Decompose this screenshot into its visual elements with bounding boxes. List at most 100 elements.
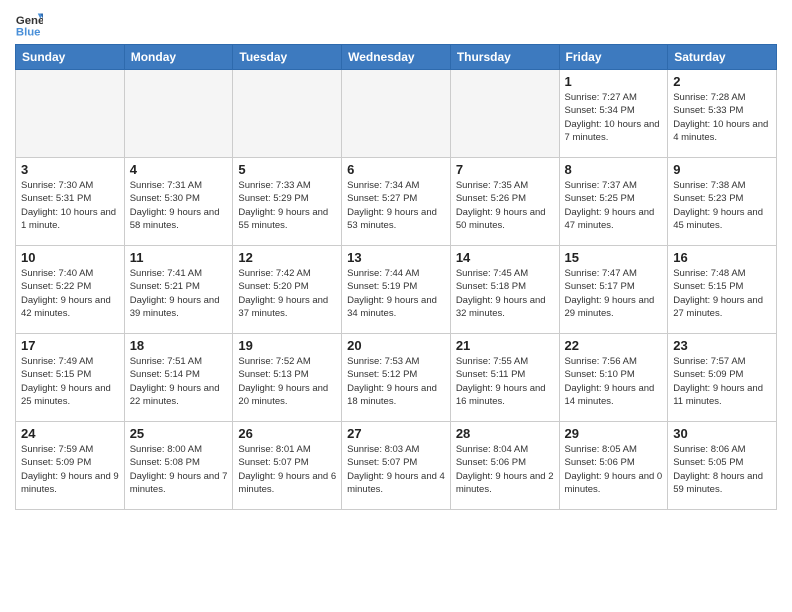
day-number: 13 [347, 250, 445, 265]
header: General Blue [15, 10, 777, 38]
day-cell: 23Sunrise: 7:57 AM Sunset: 5:09 PM Dayli… [668, 334, 777, 422]
day-cell: 5 Sunrise: 7:33 AM Sunset: 5:29 PM Daylig… [233, 158, 342, 246]
header-sunday: Sunday [16, 45, 125, 70]
day-info: Sunrise: 8:03 AM Sunset: 5:07 PM Dayligh… [347, 443, 445, 496]
week-row-4: 24 Sunrise: 7:59 AM Sunset: 5:09 PM Dayli… [16, 422, 777, 510]
day-info: Sunrise: 7:44 AM Sunset: 5:19 PM Dayligh… [347, 267, 445, 320]
day-cell: 25 Sunrise: 8:00 AM Sunset: 5:08 PM Dayli… [124, 422, 233, 510]
day-cell: 26 Sunrise: 8:01 AM Sunset: 5:07 PM Dayli… [233, 422, 342, 510]
day-info: Sunrise: 7:45 AM Sunset: 5:18 PM Dayligh… [456, 267, 554, 320]
day-cell: 19Sunrise: 7:52 AM Sunset: 5:13 PM Dayli… [233, 334, 342, 422]
day-cell: 22 Sunrise: 7:56 AM Sunset: 5:10 PM Dayli… [559, 334, 668, 422]
day-cell: 9 Sunrise: 7:38 AM Sunset: 5:23 PM Daylig… [668, 158, 777, 246]
day-number: 9 [673, 162, 771, 177]
day-info: Sunrise: 7:27 AM Sunset: 5:34 PM Dayligh… [565, 91, 663, 144]
day-info: Sunrise: 7:30 AM Sunset: 5:31 PM Dayligh… [21, 179, 119, 232]
day-number: 19 [238, 338, 336, 353]
day-info: Sunrise: 8:04 AM Sunset: 5:06 PM Dayligh… [456, 443, 554, 496]
day-cell: 20Sunrise: 7:53 AM Sunset: 5:12 PM Dayli… [342, 334, 451, 422]
day-cell: 6Sunrise: 7:34 AM Sunset: 5:27 PM Daylig… [342, 158, 451, 246]
day-info: Sunrise: 7:49 AM Sunset: 5:15 PM Dayligh… [21, 355, 119, 408]
day-info: Sunrise: 7:33 AM Sunset: 5:29 PM Dayligh… [238, 179, 336, 232]
day-info: Sunrise: 7:35 AM Sunset: 5:26 PM Dayligh… [456, 179, 554, 232]
day-number: 11 [130, 250, 228, 265]
day-number: 22 [565, 338, 663, 353]
day-number: 14 [456, 250, 554, 265]
day-cell [124, 70, 233, 158]
day-cell: 28Sunrise: 8:04 AM Sunset: 5:06 PM Dayli… [450, 422, 559, 510]
logo-icon: General Blue [15, 10, 43, 38]
day-number: 16 [673, 250, 771, 265]
day-cell [16, 70, 125, 158]
day-cell [233, 70, 342, 158]
day-info: Sunrise: 7:28 AM Sunset: 5:33 PM Dayligh… [673, 91, 771, 144]
day-cell: 14 Sunrise: 7:45 AM Sunset: 5:18 PM Dayli… [450, 246, 559, 334]
day-cell: 30 Sunrise: 8:06 AM Sunset: 5:05 PM Dayli… [668, 422, 777, 510]
day-info: Sunrise: 7:42 AM Sunset: 5:20 PM Dayligh… [238, 267, 336, 320]
day-info: Sunrise: 8:06 AM Sunset: 5:05 PM Dayligh… [673, 443, 771, 496]
day-number: 25 [130, 426, 228, 441]
day-cell: 7 Sunrise: 7:35 AM Sunset: 5:26 PM Daylig… [450, 158, 559, 246]
day-info: Sunrise: 8:00 AM Sunset: 5:08 PM Dayligh… [130, 443, 228, 496]
calendar-table: Sunday Monday Tuesday Wednesday Thursday… [15, 44, 777, 510]
day-info: Sunrise: 7:59 AM Sunset: 5:09 PM Dayligh… [21, 443, 119, 496]
day-number: 7 [456, 162, 554, 177]
day-cell: 24 Sunrise: 7:59 AM Sunset: 5:09 PM Dayli… [16, 422, 125, 510]
header-thursday: Thursday [450, 45, 559, 70]
svg-text:Blue: Blue [16, 26, 41, 38]
day-info: Sunrise: 7:57 AM Sunset: 5:09 PM Dayligh… [673, 355, 771, 408]
day-number: 30 [673, 426, 771, 441]
day-info: Sunrise: 7:48 AM Sunset: 5:15 PM Dayligh… [673, 267, 771, 320]
logo: General Blue [15, 10, 47, 38]
day-info: Sunrise: 7:31 AM Sunset: 5:30 PM Dayligh… [130, 179, 228, 232]
header-wednesday: Wednesday [342, 45, 451, 70]
day-info: Sunrise: 7:38 AM Sunset: 5:23 PM Dayligh… [673, 179, 771, 232]
day-number: 29 [565, 426, 663, 441]
week-row-2: 10 Sunrise: 7:40 AM Sunset: 5:22 PM Dayli… [16, 246, 777, 334]
day-info: Sunrise: 7:53 AM Sunset: 5:12 PM Dayligh… [347, 355, 445, 408]
day-number: 2 [673, 74, 771, 89]
day-cell: 2 Sunrise: 7:28 AM Sunset: 5:33 PM Daylig… [668, 70, 777, 158]
day-number: 18 [130, 338, 228, 353]
day-info: Sunrise: 7:41 AM Sunset: 5:21 PM Dayligh… [130, 267, 228, 320]
day-cell: 11 Sunrise: 7:41 AM Sunset: 5:21 PM Dayli… [124, 246, 233, 334]
header-friday: Friday [559, 45, 668, 70]
day-number: 17 [21, 338, 119, 353]
day-cell: 1 Sunrise: 7:27 AM Sunset: 5:34 PM Daylig… [559, 70, 668, 158]
day-cell: 21Sunrise: 7:55 AM Sunset: 5:11 PM Dayli… [450, 334, 559, 422]
day-number: 5 [238, 162, 336, 177]
header-tuesday: Tuesday [233, 45, 342, 70]
svg-text:General: General [16, 15, 43, 27]
day-cell: 15Sunrise: 7:47 AM Sunset: 5:17 PM Dayli… [559, 246, 668, 334]
day-number: 26 [238, 426, 336, 441]
day-cell: 17 Sunrise: 7:49 AM Sunset: 5:15 PM Dayli… [16, 334, 125, 422]
week-row-3: 17 Sunrise: 7:49 AM Sunset: 5:15 PM Dayli… [16, 334, 777, 422]
day-number: 15 [565, 250, 663, 265]
week-row-1: 3Sunrise: 7:30 AM Sunset: 5:31 PM Daylig… [16, 158, 777, 246]
day-number: 27 [347, 426, 445, 441]
day-number: 1 [565, 74, 663, 89]
day-cell: 12 Sunrise: 7:42 AM Sunset: 5:20 PM Dayli… [233, 246, 342, 334]
day-cell: 16 Sunrise: 7:48 AM Sunset: 5:15 PM Dayli… [668, 246, 777, 334]
day-number: 12 [238, 250, 336, 265]
day-number: 8 [565, 162, 663, 177]
day-number: 10 [21, 250, 119, 265]
day-info: Sunrise: 7:40 AM Sunset: 5:22 PM Dayligh… [21, 267, 119, 320]
day-info: Sunrise: 8:01 AM Sunset: 5:07 PM Dayligh… [238, 443, 336, 496]
day-cell: 18 Sunrise: 7:51 AM Sunset: 5:14 PM Dayli… [124, 334, 233, 422]
day-cell: 8 Sunrise: 7:37 AM Sunset: 5:25 PM Daylig… [559, 158, 668, 246]
day-info: Sunrise: 7:37 AM Sunset: 5:25 PM Dayligh… [565, 179, 663, 232]
day-cell [342, 70, 451, 158]
calendar-page: General Blue Sunday Monday Tuesday Wedne… [0, 0, 792, 612]
day-info: Sunrise: 8:05 AM Sunset: 5:06 PM Dayligh… [565, 443, 663, 496]
day-info: Sunrise: 7:56 AM Sunset: 5:10 PM Dayligh… [565, 355, 663, 408]
week-row-0: 1 Sunrise: 7:27 AM Sunset: 5:34 PM Daylig… [16, 70, 777, 158]
day-number: 24 [21, 426, 119, 441]
weekday-header-row: Sunday Monday Tuesday Wednesday Thursday… [16, 45, 777, 70]
day-info: Sunrise: 7:51 AM Sunset: 5:14 PM Dayligh… [130, 355, 228, 408]
day-cell: 3Sunrise: 7:30 AM Sunset: 5:31 PM Daylig… [16, 158, 125, 246]
header-monday: Monday [124, 45, 233, 70]
day-cell [450, 70, 559, 158]
day-number: 6 [347, 162, 445, 177]
day-number: 21 [456, 338, 554, 353]
